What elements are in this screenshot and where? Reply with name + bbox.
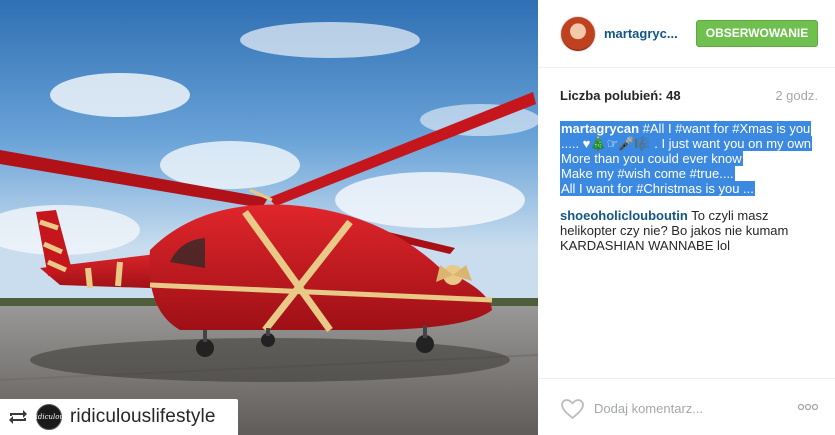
caption-line-5: All I want for #Christmas is you ... [560,181,755,196]
caption-line-2: ..... ♥🎄☞🎤🎼 . I just want you on my own [560,136,813,151]
post-caption: martagrycan #All I #want for #Xmas is yo… [560,121,822,196]
more-options-icon[interactable] [797,401,819,413]
caption-author[interactable]: martagrycan [561,121,639,136]
post-details-panel: martagryc... OBSERWOWANIE Liczba polubie… [538,0,835,435]
author-avatar[interactable] [560,16,596,52]
helicopter-photo [0,0,538,435]
post-timestamp[interactable]: 2 godz. [775,88,818,103]
repost-attribution[interactable]: Ridiculous ridiculouslifestyle [0,399,238,435]
caption-line-3: More than you could ever know [560,151,743,166]
comment-item: shoeoholiclouboutin To czyli masz heliko… [560,208,822,253]
comment-username[interactable]: shoeoholiclouboutin [560,208,688,223]
caption-line-4: Make my #wish come #true.... [560,166,735,181]
repost-icon [9,410,27,424]
likes-count[interactable]: Liczba polubień: 48 [560,88,681,103]
caption-line-1: #All I #want for #Xmas is you [639,121,811,136]
post-header: martagryc... OBSERWOWANIE [538,0,835,68]
repost-avatar[interactable]: Ridiculous [30,404,68,430]
repost-username[interactable]: ridiculouslifestyle [70,406,216,428]
heart-icon[interactable] [560,398,585,420]
add-comment-input[interactable]: Dodaj komentarz... [594,401,703,416]
post-photo[interactable]: Ridiculous ridiculouslifestyle [0,0,538,435]
follow-button[interactable]: OBSERWOWANIE [696,20,818,47]
post-footer: Dodaj komentarz... [538,378,835,435]
author-username[interactable]: martagryc... [604,26,678,41]
